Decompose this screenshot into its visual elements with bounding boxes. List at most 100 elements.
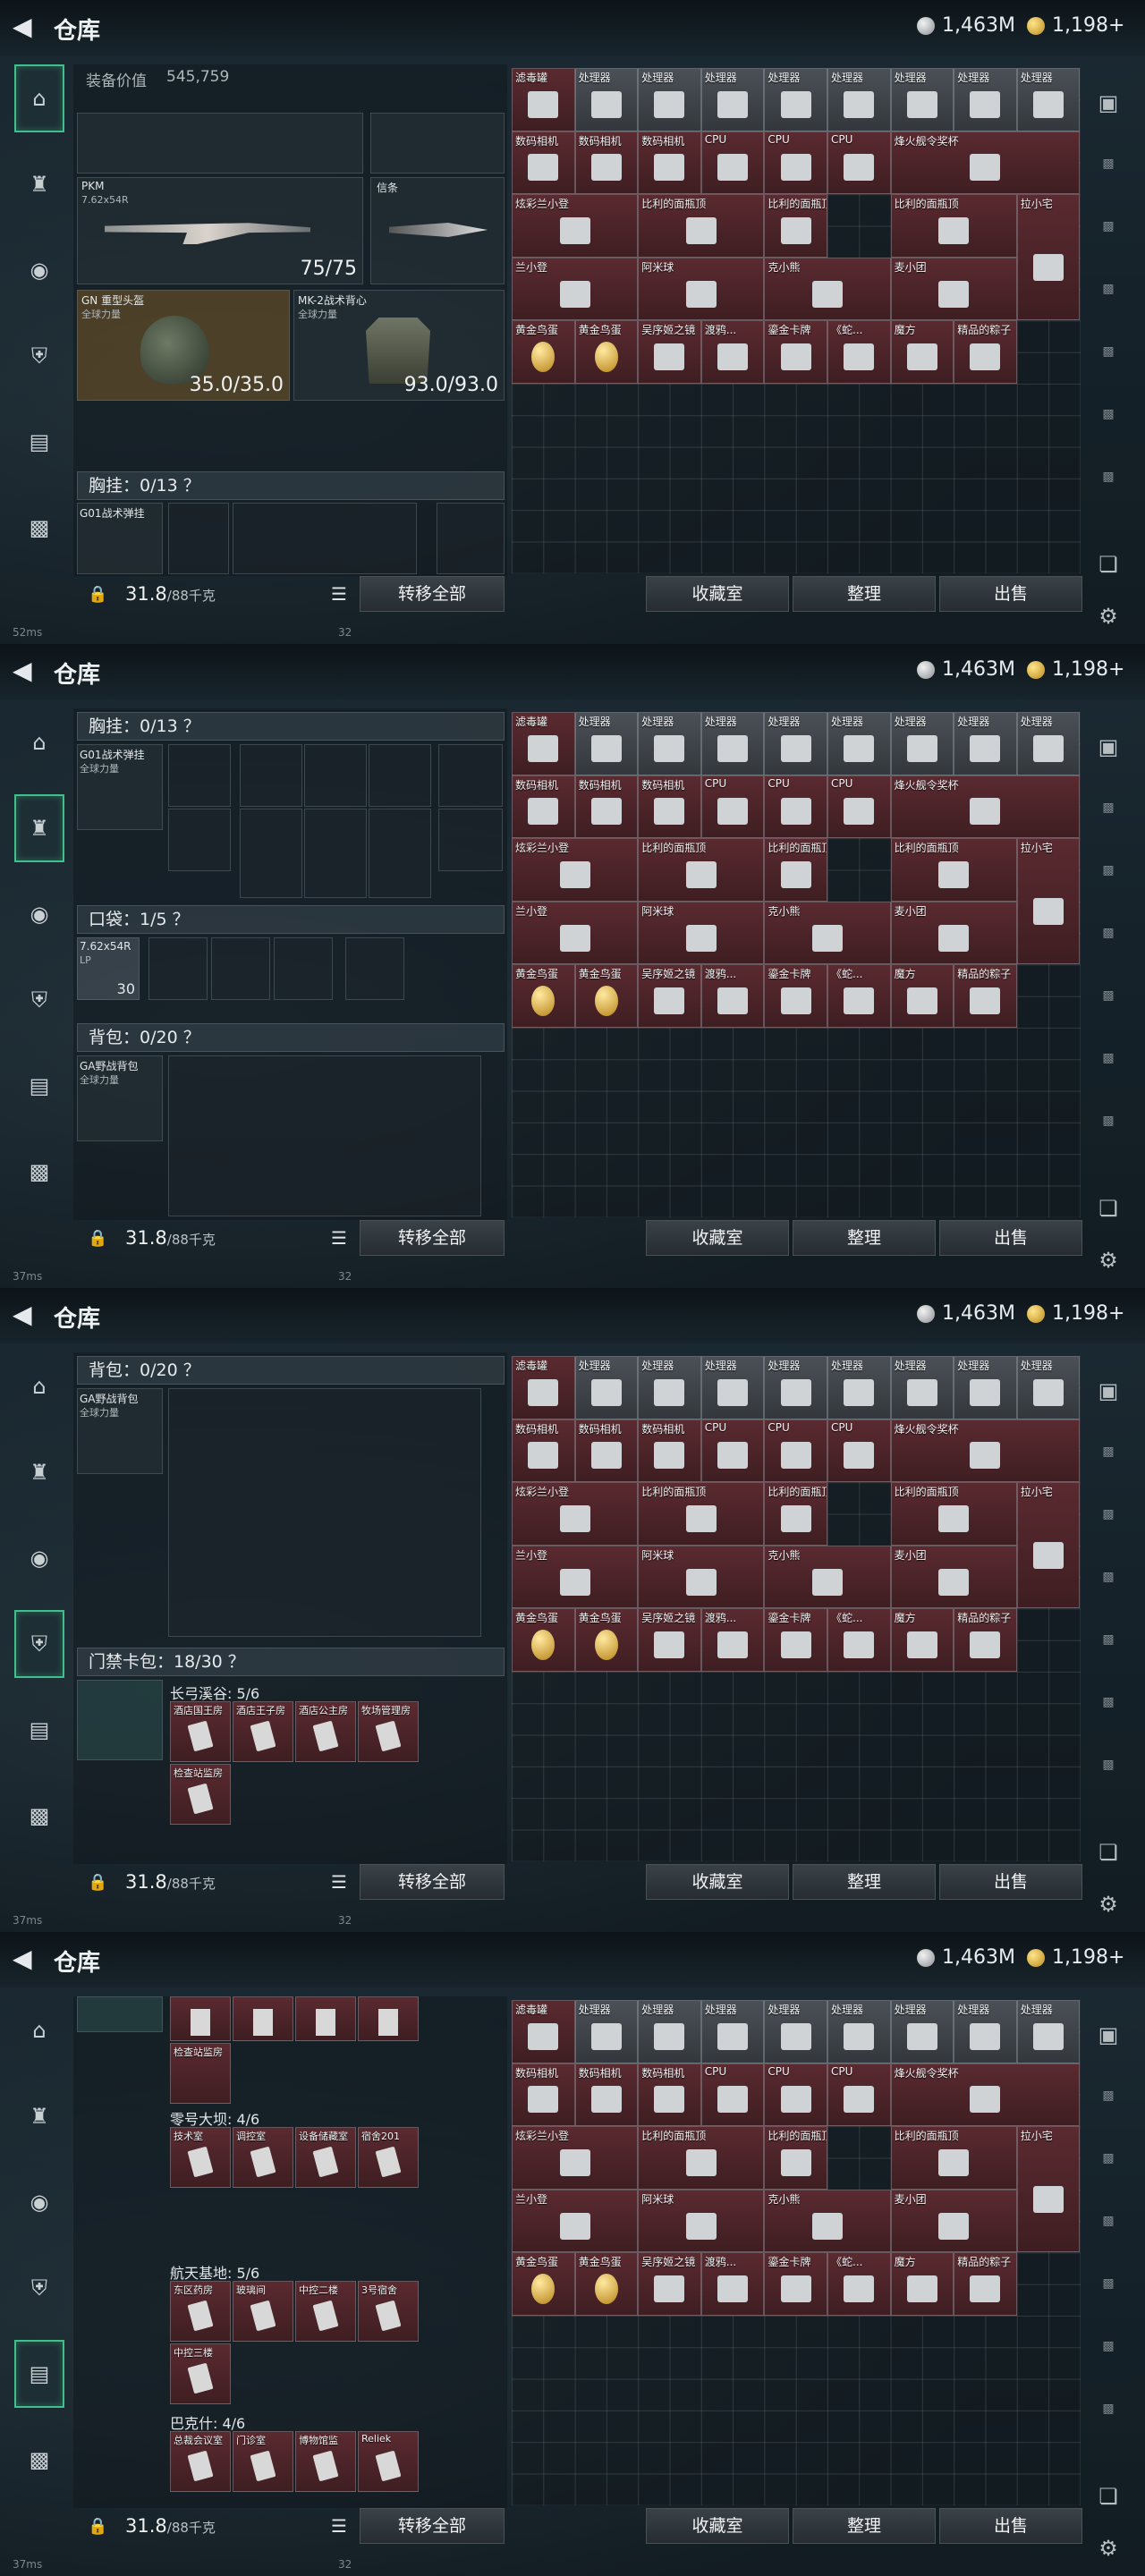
stash-item[interactable]: 数码相机 xyxy=(638,131,701,195)
stash-tab-icon[interactable]: ▩ xyxy=(1093,792,1124,823)
stash-item[interactable]: 吴序姬之镜 xyxy=(638,1608,701,1672)
nav-pistol[interactable]: ⌂ xyxy=(14,1352,64,1420)
nav-backpack[interactable]: ⛨ xyxy=(14,966,64,1034)
gold-currency[interactable]: 1,198+ xyxy=(1027,14,1124,37)
keycard-slot[interactable]: 酒店公主房 xyxy=(295,1701,356,1762)
chest-rig-slot[interactable] xyxy=(438,809,503,871)
keycard-slot[interactable]: 总裁会议室 xyxy=(170,2431,231,2492)
stash-tab-icon[interactable]: ▩ xyxy=(1093,855,1124,886)
gold-currency[interactable]: 1,198+ xyxy=(1027,1302,1124,1325)
stash-item[interactable]: 魔方 xyxy=(890,320,954,384)
chest-rig-slot[interactable] xyxy=(240,809,302,898)
nav-chest-rig[interactable]: ▤ xyxy=(14,2340,64,2408)
nav-pistol[interactable]: ⌂ xyxy=(14,1996,64,2064)
add-stash-icon[interactable]: ❏ xyxy=(1093,1193,1124,1224)
stash-item[interactable]: 处理器 xyxy=(890,712,954,775)
back-arrow-icon[interactable]: ◀ xyxy=(13,1302,38,1327)
keycard-slot[interactable] xyxy=(358,1996,419,2041)
stash-item[interactable]: 麦小团 xyxy=(890,257,1017,321)
stash-item[interactable]: 阿米球 xyxy=(638,901,765,965)
stash-item[interactable]: 处理器 xyxy=(764,712,827,775)
stash-tab-icon[interactable]: ▩ xyxy=(1093,1562,1124,1592)
stash-item[interactable]: 数码相机 xyxy=(638,1419,701,1483)
stash-item[interactable]: 处理器 xyxy=(1016,1356,1081,1419)
stash-item[interactable]: 处理器 xyxy=(890,1356,954,1419)
chest-rig-slot[interactable] xyxy=(168,503,229,574)
keycard-slot[interactable]: 调控室 xyxy=(233,2127,293,2188)
stash-item[interactable]: 比利的面瓶顶 xyxy=(638,1482,765,1546)
chest-rig-slot[interactable] xyxy=(369,744,431,807)
stash-item[interactable]: 精品的粽子 xyxy=(954,320,1017,384)
gold-currency[interactable]: 1,198+ xyxy=(1027,1946,1124,1969)
stash-tab-icon[interactable]: ▩ xyxy=(1093,2394,1124,2424)
backpack-item[interactable]: GA野战背包 全球力量 xyxy=(77,1055,163,1141)
stash-item[interactable]: 烽火舰令奖杯 xyxy=(890,775,1081,839)
stash-item[interactable]: 黄金鸟蛋 xyxy=(512,320,575,384)
sort-button[interactable]: 整理 xyxy=(793,2508,936,2544)
keycard-case-item[interactable] xyxy=(77,1680,163,1760)
nav-helmet[interactable]: ◉ xyxy=(14,2168,64,2236)
stash-item[interactable]: 拉小宅 xyxy=(1016,1482,1081,1609)
armor-slot[interactable]: MK-2战术背心 全球力量 93.0/93.0 xyxy=(293,290,505,401)
chest-rig-slot[interactable] xyxy=(233,503,417,574)
nav-armor-vest[interactable]: ♜ xyxy=(14,150,64,218)
stash-item[interactable]: 处理器 xyxy=(1016,2000,1081,2063)
stash-item[interactable]: 烽火舰令奖杯 xyxy=(890,131,1081,195)
stash-item[interactable]: 炫彩兰小登 xyxy=(512,1482,639,1546)
stash-grid[interactable]: 滤毒罐 处理器 处理器 处理器 处理器 处理器 处理器 处理器 处理器 数码相机 数码相机 数码相机 C… xyxy=(512,68,1081,573)
stash-item[interactable]: 处理器 xyxy=(890,2000,954,2063)
keycard-slot[interactable]: 酒店王子房 xyxy=(233,1701,293,1762)
sort-button[interactable]: 整理 xyxy=(793,576,936,612)
stash-item[interactable]: 鎏金卡牌 xyxy=(764,964,827,1028)
stash-item[interactable]: 处理器 xyxy=(638,1356,701,1419)
sell-button[interactable]: 出售 xyxy=(939,576,1082,612)
stash-item[interactable]: 炫彩兰小登 xyxy=(512,194,639,258)
stash-item[interactable]: 阿米球 xyxy=(638,1545,765,1609)
back-arrow-icon[interactable]: ◀ xyxy=(13,1946,38,1971)
keycard-case-item[interactable] xyxy=(77,1996,163,2032)
keycard-slot[interactable]: 酒店国王房 xyxy=(170,1701,231,1762)
stash-item[interactable]: 滤毒罐 xyxy=(512,2000,575,2063)
stash-item[interactable]: 处理器 xyxy=(1016,68,1081,131)
stash-item[interactable]: 处理器 xyxy=(1016,712,1081,775)
stash-item[interactable]: 处理器 xyxy=(954,2000,1017,2063)
secondary-weapon-slot-empty[interactable] xyxy=(370,113,505,174)
keycard-slot[interactable]: 门诊室 xyxy=(233,2431,293,2492)
stash-item[interactable]: 比利的面瓶顶 xyxy=(638,838,765,902)
stash-item[interactable]: 比利的面瓶顶 xyxy=(764,1482,827,1546)
stash-item[interactable]: CPU xyxy=(764,131,827,195)
sell-button[interactable]: 出售 xyxy=(939,1220,1082,1256)
transfer-all-button[interactable]: 转移全部 xyxy=(360,1864,505,1900)
chest-rig-item[interactable]: G01战术弹挂 全球力量 xyxy=(77,744,163,830)
stash-item[interactable]: 数码相机 xyxy=(512,131,575,195)
stash-item[interactable]: CPU xyxy=(827,1419,891,1483)
stash-tab-icon[interactable]: ▣ xyxy=(1093,2020,1124,2050)
nav-chest-rig[interactable]: ▤ xyxy=(14,408,64,476)
stash-item[interactable]: 数码相机 xyxy=(574,775,639,839)
list-icon[interactable]: ☰ xyxy=(331,2515,347,2537)
collection-button[interactable]: 收藏室 xyxy=(646,576,789,612)
stash-tab-icon[interactable]: ▩ xyxy=(1093,399,1124,429)
stash-item[interactable]: 魔方 xyxy=(890,1608,954,1672)
sort-button[interactable]: 整理 xyxy=(793,1220,936,1256)
nav-pistol[interactable]: ⌂ xyxy=(14,64,64,132)
keycard-slot[interactable]: 中控二楼 xyxy=(295,2281,356,2342)
nav-armor-vest[interactable]: ♜ xyxy=(14,794,64,862)
collection-button[interactable]: 收藏室 xyxy=(646,1220,789,1256)
stash-item[interactable]: 处理器 xyxy=(700,1356,765,1419)
stash-item[interactable]: 兰小登 xyxy=(512,2189,639,2253)
primary-weapon-slot-empty[interactable] xyxy=(77,113,363,174)
stash-tab-icon[interactable]: ▩ xyxy=(1093,2080,1124,2111)
stash-item[interactable]: 处理器 xyxy=(574,2000,639,2063)
nav-chest-rig[interactable]: ▤ xyxy=(14,1696,64,1764)
stash-item[interactable]: 黄金鸟蛋 xyxy=(574,320,639,384)
keycard-slot[interactable]: 检查站监房 xyxy=(170,2043,231,2104)
sort-button[interactable]: 整理 xyxy=(793,1864,936,1900)
keycard-slot[interactable]: 东区药房 xyxy=(170,2281,231,2342)
settings-gear-icon[interactable]: ⚙ xyxy=(1093,1245,1124,1275)
stash-item[interactable]: 数码相机 xyxy=(638,2063,701,2127)
stash-item[interactable]: CPU xyxy=(700,131,765,195)
stash-item[interactable]: 数码相机 xyxy=(512,775,575,839)
stash-item[interactable]: 处理器 xyxy=(954,1356,1017,1419)
chest-rig-item[interactable]: G01战术弹挂 xyxy=(77,503,163,574)
